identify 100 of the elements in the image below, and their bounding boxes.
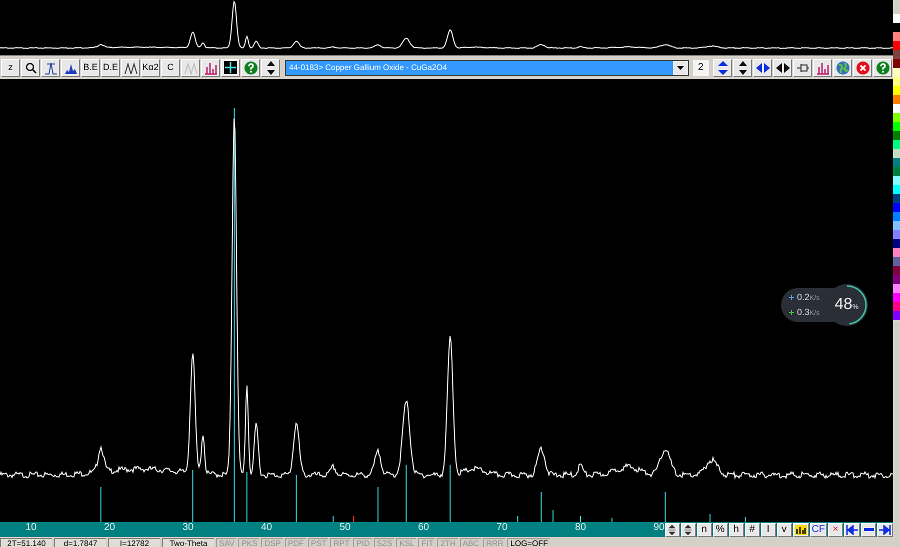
magnifier-icon	[24, 62, 36, 74]
palette-swatch[interactable]	[893, 194, 900, 203]
phase-select-value: 44-0183> Copper Gallium Oxide - CuGa2O4	[288, 62, 448, 74]
palette-swatch[interactable]	[893, 293, 900, 302]
arrow-left-icon	[846, 524, 858, 534]
status-field: I=12782	[108, 538, 160, 547]
axis-label: 30	[182, 523, 194, 533]
up-down-arrows-icon	[266, 60, 274, 74]
palette-swatch[interactable]	[893, 41, 900, 50]
palette-swatch[interactable]	[893, 176, 900, 185]
peak-icon	[44, 60, 58, 74]
toolbar-button[interactable]	[713, 58, 732, 76]
toolbar-button[interactable]	[733, 58, 752, 76]
bar-chart-icon	[816, 60, 830, 74]
toolbar-button[interactable]: Kα2	[141, 58, 160, 76]
globe-icon	[836, 60, 850, 74]
palette-swatch[interactable]	[893, 266, 900, 275]
palette-swatch[interactable]	[893, 248, 900, 257]
palette-swatch[interactable]	[893, 59, 900, 68]
help-icon	[244, 60, 258, 74]
palette-swatch[interactable]	[893, 185, 900, 194]
palette-swatch[interactable]	[893, 50, 900, 59]
toolbar-button[interactable]: v	[776, 522, 792, 536]
palette-swatch[interactable]	[893, 275, 900, 284]
palette-swatch[interactable]	[893, 230, 900, 239]
count-field[interactable]: 2	[692, 60, 709, 76]
axis-label: 40	[260, 523, 272, 533]
status-field: 2T=51.140	[0, 538, 52, 547]
palette-swatch[interactable]	[893, 158, 900, 167]
toolbar-button[interactable]	[844, 522, 860, 536]
toolbar-button[interactable]	[680, 522, 696, 536]
status-button[interactable]: LOG=OFF	[507, 538, 550, 547]
axis-label: 90	[653, 523, 665, 533]
palette-swatch[interactable]	[893, 131, 900, 140]
palette-swatch[interactable]	[893, 239, 900, 248]
upload-icon	[789, 295, 794, 300]
palette-swatch[interactable]	[893, 95, 900, 104]
palette-swatch[interactable]	[893, 32, 900, 41]
toolbar-button[interactable]: B.E	[81, 58, 100, 76]
toolbar-button[interactable]	[121, 58, 140, 76]
toolbar-button[interactable]: #	[744, 522, 760, 536]
toolbar-button[interactable]	[877, 522, 893, 536]
toolbar-button[interactable]: CF	[810, 522, 827, 536]
palette-swatch[interactable]	[893, 68, 900, 77]
up-down-arrows-icon	[718, 60, 728, 74]
palette-swatch[interactable]	[893, 212, 900, 221]
palette-swatch[interactable]	[893, 257, 900, 266]
toolbar-button[interactable]	[861, 522, 876, 536]
bar-chart-icon	[204, 60, 218, 74]
status-field: Two-Theta	[162, 538, 214, 547]
axis-label: 80	[574, 523, 586, 533]
palette-swatch[interactable]	[893, 104, 900, 113]
palette-swatch[interactable]	[893, 86, 900, 95]
axis-label: 70	[496, 523, 508, 533]
toolbar-button[interactable]	[21, 58, 40, 76]
toolbar-button[interactable]	[61, 58, 80, 76]
toolbar-button[interactable]	[261, 58, 280, 76]
palette-swatch[interactable]	[893, 221, 900, 230]
palette-swatch[interactable]	[893, 14, 900, 23]
toolbar-button[interactable]: n	[696, 522, 712, 536]
palette-swatch[interactable]	[893, 203, 900, 212]
palette-swatch[interactable]	[893, 113, 900, 122]
toolbar-button[interactable]	[221, 58, 240, 76]
toolbar-button[interactable]: %	[712, 522, 728, 536]
palette-swatch[interactable]	[893, 302, 900, 311]
palette-swatch[interactable]	[893, 77, 900, 86]
toolbar-button[interactable]	[792, 522, 809, 536]
toolbar-button[interactable]: D.E	[101, 58, 120, 76]
axis-label: 60	[418, 523, 430, 533]
phase-select[interactable]: 44-0183> Copper Gallium Oxide - CuGa2O4	[285, 60, 689, 76]
axis-label: 50	[339, 523, 351, 533]
close-icon	[856, 60, 870, 74]
axis-label: 20	[104, 523, 116, 533]
toolbar-button[interactable]	[793, 58, 812, 76]
grid-icon	[224, 61, 237, 74]
palette-swatch[interactable]	[893, 122, 900, 131]
toolbar-button[interactable]	[753, 58, 772, 76]
up-down-arrows-icon	[738, 60, 746, 74]
palette-swatch[interactable]	[893, 311, 900, 320]
faded-peaks-icon	[184, 60, 198, 74]
bar-chart-icon	[794, 524, 807, 534]
arrow-right-icon	[879, 524, 891, 534]
palette-swatch[interactable]	[893, 23, 900, 32]
toolbar-button[interactable]: I	[760, 522, 776, 536]
toolbar-button[interactable]: ×	[828, 522, 843, 536]
palette-swatch[interactable]	[893, 167, 900, 176]
toolbar-button[interactable]	[41, 58, 60, 76]
palette-swatch[interactable]	[893, 149, 900, 158]
spin-arrows-icon	[668, 524, 676, 536]
toolbar-button[interactable]	[773, 58, 792, 76]
peaks-icon	[124, 62, 138, 74]
toolbar-button[interactable]: h	[728, 522, 744, 536]
toolbar-button[interactable]	[664, 522, 680, 536]
left-right-arrows-icon	[776, 62, 790, 72]
toolbar-button[interactable]: C	[161, 58, 180, 76]
help-icon	[876, 60, 890, 74]
axis-label: 10	[25, 523, 37, 533]
toolbar-button[interactable]: z	[1, 58, 20, 76]
palette-swatch[interactable]	[893, 284, 900, 293]
palette-swatch[interactable]	[893, 140, 900, 149]
